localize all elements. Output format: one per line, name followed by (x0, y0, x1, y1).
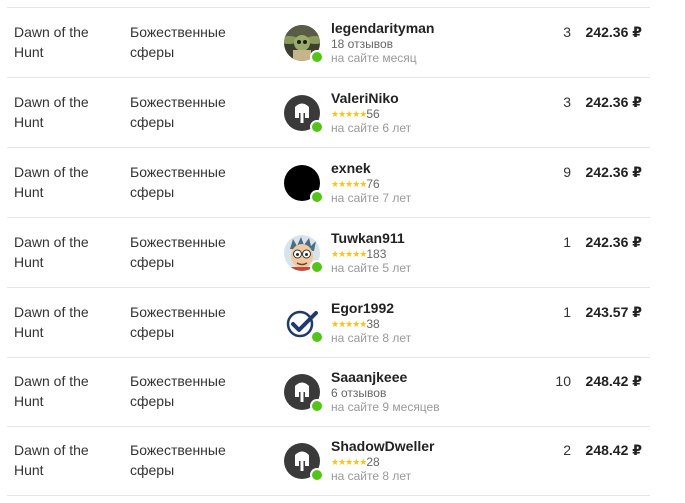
offer-amount: 1 (563, 304, 571, 320)
review-count: 18 отзывов (331, 37, 394, 51)
review-count: 6 отзывов (331, 386, 387, 400)
seller-info: exnek ★★★★★76 на сайте 7 лет (331, 160, 531, 206)
seller-avatar[interactable] (284, 165, 324, 204)
seller-registered-since: на сайте 5 лет (331, 261, 412, 275)
review-count: 56 (366, 107, 380, 121)
game-name: Dawn of the Hunt (14, 373, 89, 409)
seller-rating: ★★★★★56 (331, 107, 531, 121)
seller-name[interactable]: Saaanjkeee (331, 369, 531, 386)
review-count: 76 (366, 177, 380, 191)
offer-price: 242.36 ₽ (585, 94, 642, 110)
offer-price: 242.36 ₽ (585, 164, 642, 180)
seller-name[interactable]: ShadowDweller (331, 438, 531, 455)
seller-name[interactable]: ValeriNiko (331, 90, 531, 107)
offer-row[interactable]: Dawn of the Hunt Божественные сферы Saaa… (7, 357, 650, 427)
seller-registered-since: на сайте 8 лет (331, 469, 412, 483)
seller-avatar[interactable] (284, 374, 324, 413)
offer-amount: 2 (563, 442, 571, 458)
rating-stars-icon: ★★★★★ (331, 319, 367, 329)
seller-info: Egor1992 ★★★★★38 на сайте 8 лет (331, 300, 531, 346)
game-name: Dawn of the Hunt (14, 304, 89, 340)
rating-stars-icon: ★★★★★ (331, 179, 367, 189)
offer-row[interactable]: Dawn of the Hunt Божественные сферы Egor… (7, 288, 650, 358)
seller-rating: ★★★★★28 (331, 455, 531, 469)
seller-rating: 18 отзывов (331, 37, 531, 51)
offer-amount: 3 (563, 94, 571, 110)
review-count: 38 (366, 317, 380, 331)
offer-row[interactable]: Dawn of the Hunt Божественные сферы lege… (7, 8, 650, 78)
offer-row[interactable]: Dawn of the Hunt Божественные сферы exne… (7, 148, 650, 218)
seller-info: ShadowDweller ★★★★★28 на сайте 8 лет (331, 438, 531, 484)
rating-stars-icon: ★★★★★ (331, 249, 367, 259)
game-name: Dawn of the Hunt (14, 442, 89, 478)
game-name: Dawn of the Hunt (14, 94, 89, 130)
seller-info: ValeriNiko ★★★★★56 на сайте 6 лет (331, 90, 531, 136)
game-name: Dawn of the Hunt (14, 234, 89, 270)
seller-name[interactable]: legendarityman (331, 20, 531, 37)
category-name: Божественные сферы (130, 304, 226, 340)
review-count: 28 (366, 455, 380, 469)
seller-registered-since: на сайте 8 лет (331, 331, 412, 345)
seller-avatar[interactable] (284, 235, 324, 274)
seller-avatar[interactable] (284, 95, 324, 134)
game-name: Dawn of the Hunt (14, 164, 89, 200)
seller-info: legendarityman 18 отзывов на сайте месяц (331, 20, 531, 66)
seller-name[interactable]: Tuwkan911 (331, 230, 531, 247)
review-count: 183 (366, 247, 387, 261)
online-status-indicator (310, 120, 324, 134)
offer-amount: 9 (563, 164, 571, 180)
category-name: Божественные сферы (130, 164, 226, 200)
seller-avatar[interactable] (284, 305, 324, 344)
offer-price: 243.57 ₽ (585, 304, 642, 320)
offer-amount: 1 (563, 234, 571, 250)
offer-amount: 10 (555, 373, 571, 389)
online-status-indicator (310, 330, 324, 344)
offer-price: 242.36 ₽ (585, 24, 642, 40)
seller-info: Tuwkan911 ★★★★★183 на сайте 5 лет (331, 230, 531, 276)
offer-amount: 3 (563, 24, 571, 40)
rating-stars-icon: ★★★★★ (331, 457, 367, 467)
category-name: Божественные сферы (130, 373, 226, 409)
seller-avatar[interactable] (284, 443, 324, 482)
offer-row[interactable]: Dawn of the Hunt Божественные сферы Vale… (7, 78, 650, 148)
seller-registered-since: на сайте 9 месяцев (331, 400, 440, 414)
category-name: Божественные сферы (130, 94, 226, 130)
seller-rating: ★★★★★38 (331, 317, 531, 331)
offer-price: 248.42 ₽ (585, 442, 642, 458)
seller-rating: 6 отзывов (331, 386, 531, 400)
seller-registered-since: на сайте 6 лет (331, 121, 412, 135)
online-status-indicator (310, 399, 324, 413)
online-status-indicator (310, 190, 324, 204)
offer-row[interactable]: Dawn of the Hunt Божественные сферы Shad… (7, 426, 650, 496)
offer-row[interactable]: Dawn of the Hunt Божественные сферы Tuwk… (7, 218, 650, 288)
seller-name[interactable]: exnek (331, 160, 531, 177)
offer-price: 242.36 ₽ (585, 234, 642, 250)
online-status-indicator (310, 260, 324, 274)
seller-registered-since: на сайте месяц (331, 51, 417, 65)
seller-info: Saaanjkeee 6 отзывов на сайте 9 месяцев (331, 369, 531, 415)
online-status-indicator (310, 468, 324, 482)
seller-rating: ★★★★★76 (331, 177, 531, 191)
offer-price: 248.42 ₽ (585, 373, 642, 389)
game-name: Dawn of the Hunt (14, 24, 89, 60)
seller-name[interactable]: Egor1992 (331, 300, 531, 317)
seller-avatar[interactable] (284, 25, 324, 64)
online-status-indicator (310, 50, 324, 64)
category-name: Божественные сферы (130, 234, 226, 270)
category-name: Божественные сферы (130, 24, 226, 60)
seller-registered-since: на сайте 7 лет (331, 191, 412, 205)
rating-stars-icon: ★★★★★ (331, 109, 367, 119)
seller-rating: ★★★★★183 (331, 247, 531, 261)
category-name: Божественные сферы (130, 442, 226, 478)
